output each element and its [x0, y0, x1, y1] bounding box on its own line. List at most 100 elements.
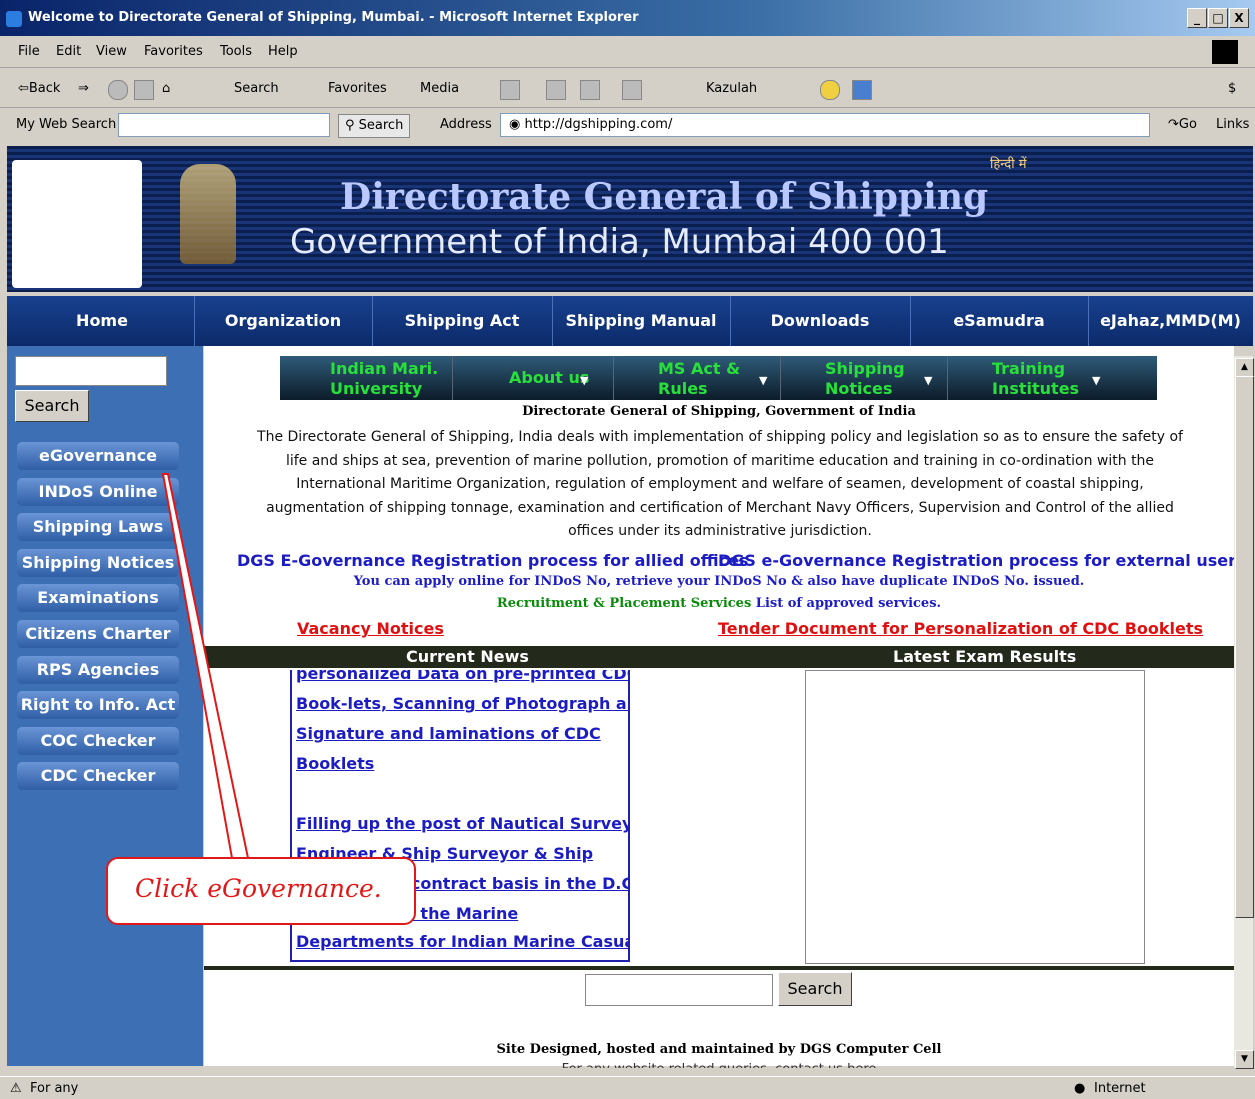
latest-results-heading: Latest Exam Results	[893, 647, 1077, 666]
edit-icon[interactable]	[580, 80, 600, 100]
menu-view[interactable]: View	[96, 44, 127, 59]
back-button[interactable]: ⇦Back	[18, 81, 60, 96]
zone-text: Internet	[1094, 1081, 1146, 1096]
sidebar-item-citizens-charter[interactable]: Citizens Charter	[17, 620, 179, 648]
sidebar-item-coc-checker[interactable]: COC Checker	[17, 727, 179, 755]
nav-shipping-act[interactable]: Shipping Act	[372, 296, 553, 346]
egov-external-link[interactable]: DGS e-Governance Registration process fo…	[718, 551, 1246, 570]
bottom-search-input[interactable]	[585, 974, 773, 1006]
home-icon[interactable]: ⌂	[162, 81, 170, 96]
windows-logo-icon	[1212, 40, 1238, 64]
dgs-seal-logo	[12, 160, 142, 288]
recruitment-link[interactable]: Recruitment & Placement Services	[497, 596, 751, 611]
url-text: http://dgshipping.com/	[524, 117, 673, 132]
my-web-search-input[interactable]	[118, 113, 330, 137]
my-web-search-label: My Web Search	[16, 117, 117, 132]
dropdown-arrow-icon: ▼	[1092, 374, 1101, 387]
favorites-button[interactable]: Favorites	[328, 81, 387, 96]
subnav-training-institutes[interactable]: Training Institutes ▼	[948, 356, 1156, 400]
gadget-icon[interactable]: $	[1228, 81, 1236, 96]
subnav-about-us[interactable]: About us ▼	[453, 356, 614, 400]
menu-favorites[interactable]: Favorites	[144, 44, 203, 59]
status-text: For any	[30, 1081, 79, 1096]
menu-tools[interactable]: Tools	[220, 44, 252, 59]
maximize-button[interactable]: □	[1208, 8, 1228, 28]
stop-icon[interactable]	[108, 80, 128, 100]
approved-services-link[interactable]: List of approved services.	[751, 596, 941, 611]
sidebar-item-egovernance[interactable]: eGovernance	[17, 442, 179, 470]
footer-contact[interactable]: For any website related queries, contact…	[204, 1062, 1234, 1068]
site-footer: Site Designed, hosted and maintained by …	[496, 1042, 942, 1057]
dropdown-arrow-icon: ▼	[924, 374, 933, 387]
subnav-ms-act-rules[interactable]: MS Act & Rules ▼	[614, 356, 781, 400]
warning-icon: ⚠	[10, 1081, 22, 1096]
sidebar-search-button[interactable]: Search	[15, 390, 89, 422]
messenger-icon[interactable]	[852, 80, 872, 100]
search-toolbar-button[interactable]: Search	[234, 81, 279, 96]
globe-icon: ●	[1074, 1081, 1086, 1096]
sidebar-item-cdc-checker[interactable]: CDC Checker	[17, 762, 179, 790]
sidebar-item-right-to-info[interactable]: Right to Info. Act	[17, 691, 179, 719]
menu-edit[interactable]: Edit	[56, 44, 81, 59]
minimize-button[interactable]: _	[1187, 8, 1207, 28]
subnav-label: Rules	[658, 379, 708, 398]
divider	[204, 966, 1234, 970]
nav-downloads[interactable]: Downloads	[730, 296, 911, 346]
menu-help[interactable]: Help	[268, 44, 298, 59]
subnav-label: MS Act &	[658, 359, 741, 378]
history-icon[interactable]	[500, 80, 520, 100]
nav-esamudra[interactable]: eSamudra	[910, 296, 1089, 346]
subnav-indian-mari-university[interactable]: Indian Mari. University	[282, 356, 453, 400]
vacancy-notices-link[interactable]: Vacancy Notices	[297, 619, 444, 638]
hindi-link[interactable]: हिन्दी में	[990, 154, 1026, 172]
media-button[interactable]: Media	[420, 81, 459, 96]
my-web-search-button[interactable]: ⚲ Search	[338, 114, 411, 138]
scroll-up-icon[interactable]: ▲	[1235, 358, 1254, 377]
smiley-icon[interactable]	[820, 80, 840, 100]
news-item[interactable]: Filling up the post of Nautical Surveyor…	[296, 814, 628, 833]
window-title: Welcome to Directorate General of Shippi…	[28, 10, 639, 25]
discuss-icon[interactable]	[622, 80, 642, 100]
sidebar-item-shipping-notices[interactable]: Shipping Notices	[17, 549, 179, 577]
print-icon[interactable]	[546, 80, 566, 100]
kazulah-button[interactable]: Kazulah	[706, 81, 757, 96]
scroll-thumb[interactable]	[1235, 376, 1254, 918]
subnav-shipping-notices[interactable]: Shipping Notices ▼	[781, 356, 948, 400]
news-item[interactable]: Signature and laminations of CDC	[296, 724, 601, 743]
dropdown-arrow-icon: ▼	[580, 374, 589, 387]
url-field[interactable]: ◉ http://dgshipping.com/	[500, 113, 1150, 137]
nav-shipping-manual[interactable]: Shipping Manual	[552, 296, 731, 346]
news-header-bar: Current News Latest Exam Results	[204, 646, 1234, 668]
subnav-label: About us	[509, 368, 590, 387]
national-emblem-icon	[180, 164, 236, 264]
subnav-label: University	[330, 379, 423, 398]
indos-link[interactable]: You can apply online for INDoS No, retri…	[204, 574, 1234, 589]
refresh-icon[interactable]	[134, 80, 154, 100]
go-button[interactable]: ↷Go	[1168, 117, 1197, 132]
sidebar-search-input[interactable]	[15, 356, 167, 386]
news-item[interactable]: Booklets	[296, 754, 374, 773]
news-item[interactable]: Departments for Indian Marine Casualty	[296, 932, 628, 951]
sidebar-item-shipping-laws[interactable]: Shipping Laws	[17, 513, 179, 541]
nav-organization[interactable]: Organization	[194, 296, 373, 346]
egov-allied-link[interactable]: DGS E-Governance Registration process fo…	[237, 551, 748, 570]
scroll-down-icon[interactable]: ▼	[1235, 1050, 1254, 1069]
subnav-label: Notices	[825, 379, 893, 398]
nav-ejahaz[interactable]: eJahaz,MMD(M)	[1088, 296, 1253, 346]
nav-home[interactable]: Home	[10, 296, 195, 346]
menu-file[interactable]: File	[18, 44, 40, 59]
site-title: Directorate General of Shipping	[340, 176, 989, 218]
tender-document-link[interactable]: Tender Document for Personalization of C…	[718, 619, 1203, 638]
links-button[interactable]: Links	[1216, 117, 1249, 132]
sidebar-item-indos-online[interactable]: INDoS Online	[17, 478, 179, 506]
toolbar: ⇦Back ⇒ ⌂ Search Favorites Media Kazulah…	[0, 71, 1255, 108]
bottom-search-button[interactable]: Search	[778, 972, 852, 1006]
menu-bar: File Edit View Favorites Tools Help	[0, 37, 1255, 68]
news-item[interactable]: personalized Data on pre-printed CDC	[296, 670, 628, 683]
sidebar-item-examinations[interactable]: Examinations	[17, 584, 179, 612]
exam-results-box[interactable]	[805, 670, 1145, 964]
close-button[interactable]: X	[1229, 8, 1249, 28]
forward-button[interactable]: ⇒	[78, 81, 89, 96]
sidebar-item-rps-agencies[interactable]: RPS Agencies	[17, 656, 179, 684]
news-item[interactable]: Book-lets, Scanning of Photograph and	[296, 694, 628, 713]
